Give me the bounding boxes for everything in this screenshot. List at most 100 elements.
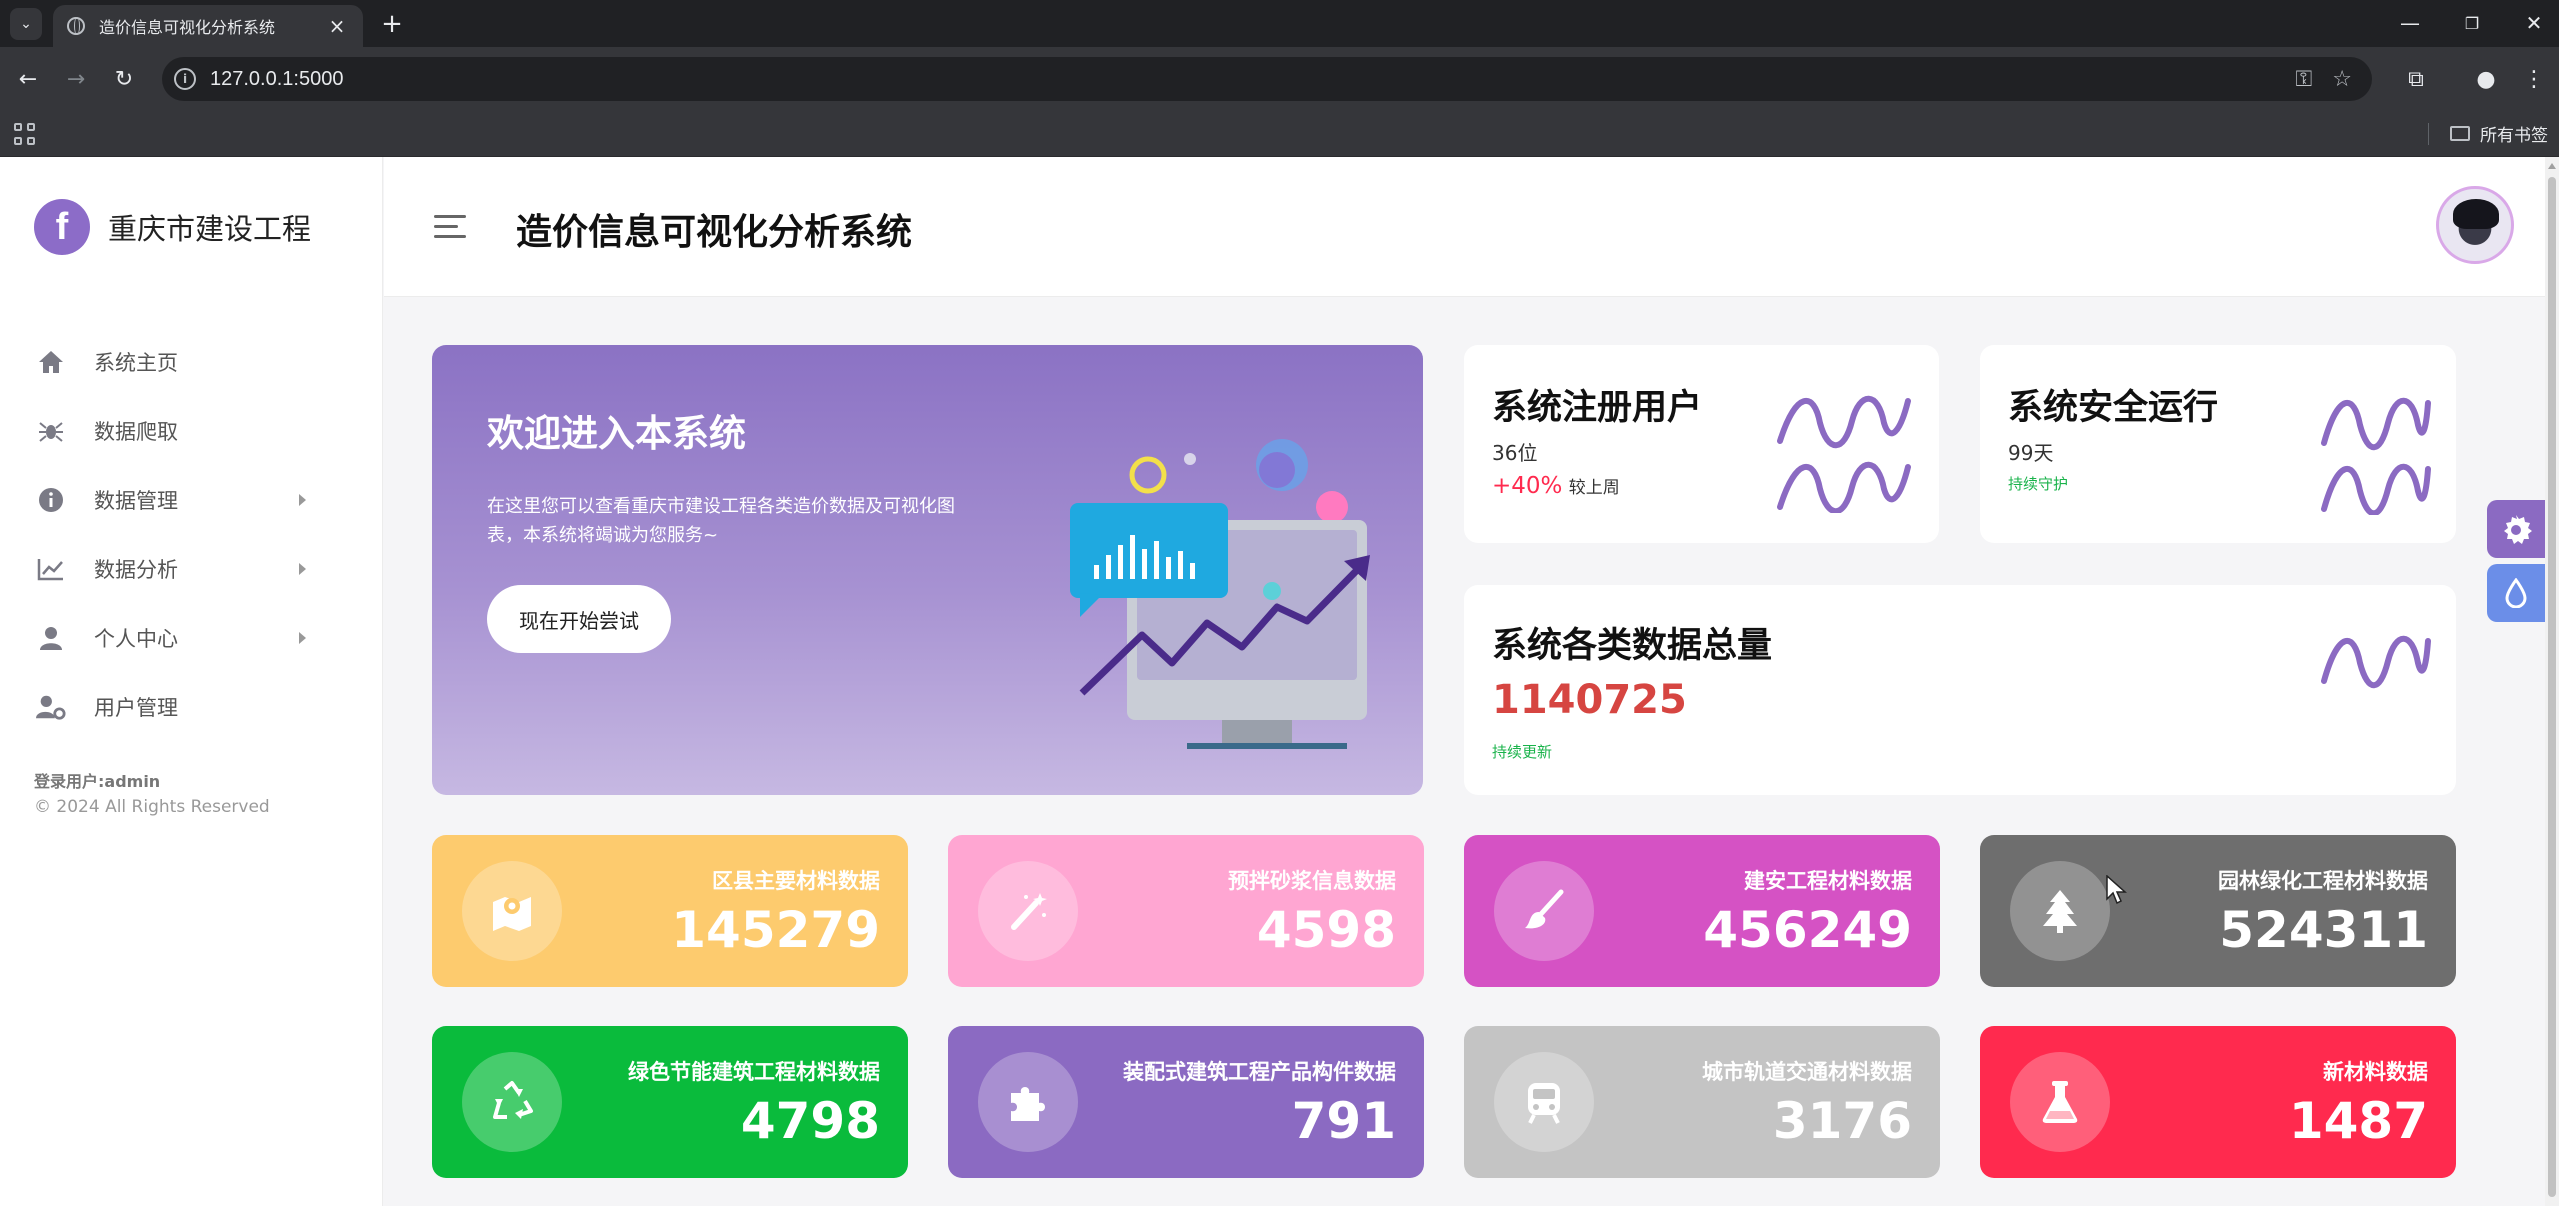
sidebar-item-label: 系统主页 — [94, 350, 178, 375]
stat-title: 系统注册用户 — [1492, 388, 1703, 428]
tile-label: 预拌砂浆信息数据 — [1228, 869, 1396, 893]
site-info-icon[interactable]: i — [174, 68, 196, 90]
restore-button[interactable]: ❐ — [2452, 6, 2492, 40]
analytics-illustration — [1070, 439, 1370, 749]
address-bar[interactable]: i 127.0.0.1:5000 ⚿ ☆ — [162, 57, 2372, 101]
tile-label: 绿色节能建筑工程材料数据 — [628, 1060, 880, 1084]
user-icon — [36, 623, 66, 653]
tile-label: 建安工程材料数据 — [1744, 869, 1912, 893]
mouse-cursor-icon — [2106, 875, 2127, 905]
sidebar-menu: 系统主页 数据爬取 数据管理 数据分析 个人中心 用户管理 — [36, 327, 306, 741]
tile-value: 524311 — [2219, 901, 2428, 959]
recycle-icon — [462, 1052, 562, 1152]
total-data-card: 系统各类数据总量 1140725 持续更新 — [1464, 585, 2456, 795]
theme-color-button[interactable] — [2487, 564, 2545, 622]
profile-icon[interactable]: ● — [2468, 61, 2504, 97]
reload-button[interactable]: ↻ — [106, 61, 142, 97]
minimize-button[interactable]: — — [2390, 6, 2430, 40]
stat-title: 系统安全运行 — [2008, 388, 2219, 428]
browser-tab[interactable]: 造价信息可视化分析系统 × — [53, 5, 363, 47]
tile-prefab-components[interactable]: 装配式建筑工程产品构件数据 791 — [948, 1026, 1424, 1178]
sidebar-item-crawl[interactable]: 数据爬取 — [36, 396, 306, 465]
tile-value: 3176 — [1772, 1092, 1912, 1150]
key-icon[interactable]: ⚿ — [2296, 67, 2313, 92]
sidebar-item-user-management[interactable]: 用户管理 — [36, 672, 306, 741]
flask-icon — [2010, 1052, 2110, 1152]
scrollbar-thumb[interactable] — [2548, 177, 2556, 1197]
sidebar-item-label: 数据管理 — [94, 488, 178, 513]
url-text: 127.0.0.1:5000 — [210, 67, 344, 90]
tile-label: 新材料数据 — [2323, 1060, 2428, 1084]
copyright-text: © 2024 All Rights Reserved — [34, 797, 270, 817]
all-bookmarks-button[interactable]: 所有书签 — [2450, 121, 2548, 146]
tile-value: 4798 — [740, 1092, 880, 1150]
folder-icon — [2450, 126, 2470, 141]
menu-toggle-icon[interactable] — [434, 215, 466, 239]
browser-toolbar: ← → ↻ i 127.0.0.1:5000 ⚿ ☆ ⧉ ● ⋮ — [0, 47, 2559, 111]
scroll-up-icon[interactable] — [2548, 163, 2556, 169]
sidebar-item-label: 个人中心 — [94, 626, 178, 651]
user-cog-icon — [36, 692, 66, 722]
water-drop-icon — [2505, 578, 2527, 608]
tile-landscaping-materials[interactable]: 园林绿化工程材料数据 524311 — [1980, 835, 2456, 987]
sidebar-item-data-management[interactable]: 数据管理 — [36, 465, 306, 534]
tile-label: 装配式建筑工程产品构件数据 — [1123, 1060, 1396, 1084]
info-icon — [36, 485, 66, 515]
welcome-title: 欢迎进入本系统 — [487, 412, 746, 455]
logo-icon: f — [34, 199, 90, 255]
sidebar-item-label: 用户管理 — [94, 695, 178, 720]
settings-button[interactable] — [2487, 500, 2545, 558]
sidebar-item-label: 数据爬取 — [94, 419, 178, 444]
close-icon[interactable]: × — [325, 14, 349, 38]
sidebar-item-personal-center[interactable]: 个人中心 — [36, 603, 306, 672]
tile-value: 456249 — [1703, 901, 1912, 959]
gear-icon — [2504, 515, 2532, 544]
tab-search-button[interactable]: ⌄ — [10, 8, 42, 40]
start-now-button[interactable]: 现在开始尝试 — [487, 585, 671, 653]
forward-button[interactable]: → — [58, 61, 94, 97]
vertical-scrollbar[interactable] — [2545, 157, 2559, 1206]
tile-rail-transit-materials[interactable]: 城市轨道交通材料数据 3176 — [1464, 1026, 1940, 1178]
registered-users-card: 系统注册用户 36位 +40% 较上周 — [1464, 345, 1939, 543]
sidebar-item-label: 数据分析 — [94, 557, 178, 582]
avatar[interactable] — [2436, 186, 2514, 264]
login-user-label: 登录用户:admin — [34, 772, 161, 791]
user-change-row: +40% 较上周 — [1492, 473, 1620, 499]
tile-district-materials[interactable]: 区县主要材料数据 145279 — [432, 835, 908, 987]
back-button[interactable]: ← — [10, 61, 46, 97]
sidebar-item-data-analysis[interactable]: 数据分析 — [36, 534, 306, 603]
tile-label: 区县主要材料数据 — [712, 869, 880, 893]
total-data-note: 持续更新 — [1492, 743, 1553, 761]
tile-construction-materials[interactable]: 建安工程材料数据 456249 — [1464, 835, 1940, 987]
tile-value: 791 — [1291, 1092, 1396, 1150]
more-menu-icon[interactable]: ⋮ — [2516, 61, 2552, 97]
new-tab-button[interactable]: + — [376, 8, 408, 40]
magic-wand-icon — [978, 861, 1078, 961]
apps-icon[interactable] — [14, 123, 36, 145]
brush-icon — [1494, 861, 1594, 961]
uptime-days: 99天 — [2008, 441, 2054, 465]
tile-green-building-materials[interactable]: 绿色节能建筑工程材料数据 4798 — [432, 1026, 908, 1178]
wave-chart-icon — [2321, 397, 2431, 515]
globe-icon — [67, 17, 85, 35]
tile-mortar-info[interactable]: 预拌砂浆信息数据 4598 — [948, 835, 1424, 987]
wave-chart-icon — [2321, 635, 2431, 689]
tile-value: 1487 — [2288, 1092, 2428, 1150]
brand-logo[interactable]: f 重庆市建设工程 — [34, 199, 311, 255]
tree-icon — [2010, 861, 2110, 961]
sidebar-item-home[interactable]: 系统主页 — [36, 327, 306, 396]
browser-tabbar: ⌄ 造价信息可视化分析系统 × + — ❐ ✕ — [0, 0, 2559, 47]
extensions-icon[interactable]: ⧉ — [2398, 61, 2434, 97]
bookmark-separator — [2428, 123, 2429, 145]
tile-value: 145279 — [671, 901, 880, 959]
system-uptime-card: 系统安全运行 99天 持续守护 — [1980, 345, 2456, 543]
chart-icon — [36, 554, 66, 584]
top-header: 造价信息可视化分析系统 — [384, 157, 2545, 297]
wave-chart-icon — [1777, 395, 1911, 513]
star-icon[interactable]: ☆ — [2332, 67, 2352, 92]
tile-new-materials[interactable]: 新材料数据 1487 — [1980, 1026, 2456, 1178]
home-icon — [36, 347, 66, 377]
tab-title: 造价信息可视化分析系统 — [99, 18, 276, 37]
bookmarks-bar: 所有书签 — [0, 111, 2559, 157]
close-window-button[interactable]: ✕ — [2514, 6, 2554, 40]
